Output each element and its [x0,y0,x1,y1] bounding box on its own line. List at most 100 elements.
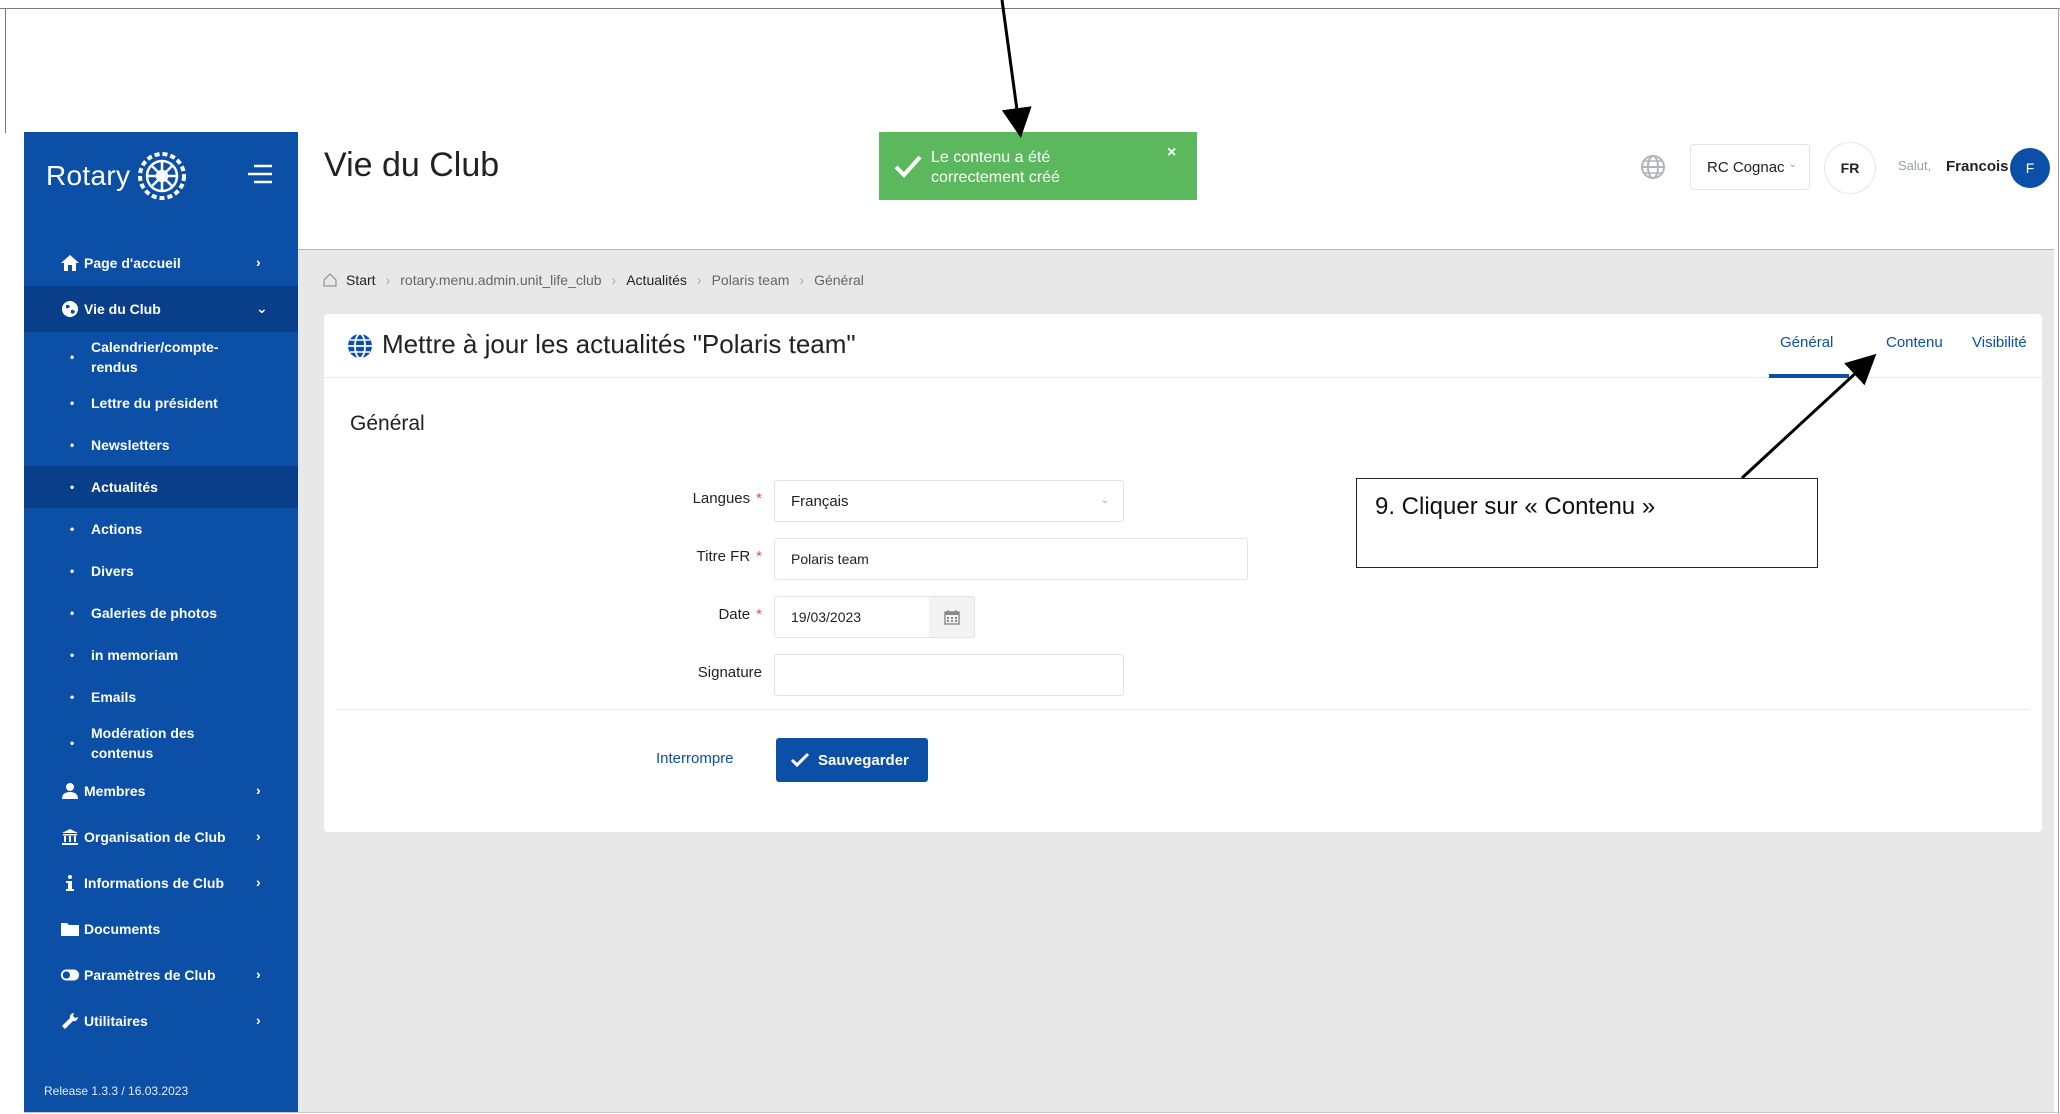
titre-label-text: Titre FR [696,548,751,565]
cancel-button[interactable]: Interrompre [656,750,734,767]
sidebar-item-label: Page d'accueil [84,255,181,271]
document-frame-left [5,8,6,133]
sidebar-subitem-in-memoriam[interactable]: in memoriam [24,634,298,676]
avatar[interactable]: F [2010,148,2050,188]
sidebar-item-membres[interactable]: Membres › [24,768,298,814]
info-icon [60,873,80,893]
toast-message: Le contenu a été correctement créé [931,149,1060,186]
signature-input[interactable] [774,654,1124,696]
required-mark: * [756,490,762,507]
chevron-right-icon: › [256,828,261,844]
sidebar-item-organisation[interactable]: Organisation de Club › [24,814,298,860]
sidebar-subitem-label: Actualités [91,479,158,495]
sidebar-subitem-lettre-president[interactable]: Lettre du président [24,382,298,424]
required-mark: * [756,606,762,623]
langues-select[interactable]: Français ⌄ [774,480,1124,522]
sidebar-item-label: Utilitaires [84,1013,148,1029]
release-info: Release 1.3.3 / 16.03.2023 [44,1084,189,1098]
tab-contenu[interactable]: Contenu [1886,334,1943,351]
success-toast: Le contenu a été correctement créé × [879,132,1197,200]
signature-label-text: Signature [697,664,762,681]
toast-pointer-arrow [1000,0,1032,138]
annotation-text: 9. Cliquer sur « Contenu » [1375,493,1656,520]
chevron-down-icon: ⌄ [256,300,268,316]
date-label: Date * [562,606,762,623]
globe-icon [348,333,372,359]
sidebar-item-label: Informations de Club [84,875,224,891]
sidebar-subitem-actualites[interactable]: Actualités [24,466,298,508]
sidebar-item-utilitaires[interactable]: Utilitaires › [24,998,298,1044]
sidebar-subitem-label: Emails [91,689,137,705]
sidebar-item-vie-du-club[interactable]: Vie du Club ⌄ [24,286,298,332]
toast-close-button[interactable]: × [1167,144,1176,162]
sidebar-subitem-label: Calendrier/compte-rendus [91,339,219,375]
sidebar-item-label: Membres [84,783,146,799]
wrench-icon [60,1011,80,1031]
chevron-right-icon: › [256,874,261,890]
save-button-label: Sauvegarder [818,751,909,769]
sidebar-subitem-emails[interactable]: Emails [24,676,298,718]
calendar-button[interactable] [929,596,975,638]
home-outline-icon[interactable] [322,272,338,288]
date-input-value: 19/03/2023 [791,609,862,625]
sidebar-subitem-actions[interactable]: Actions [24,508,298,550]
folder-icon [60,919,80,939]
rotary-logo[interactable]: Rotary [46,146,188,206]
titre-label: Titre FR * [562,548,762,565]
required-mark: * [756,548,762,565]
tab-visibilite[interactable]: Visibilité [1972,334,2027,351]
sidebar-subitem-moderation[interactable]: Modération des contenus [24,718,298,768]
sidebar-item-parametres[interactable]: Paramètres de Club › [24,952,298,998]
rotary-wheel-icon [138,152,187,200]
sidebar-subitem-label: Newsletters [91,437,170,453]
top-header: Vie du Club Le contenu a été correctemen… [298,132,2054,250]
chevron-down-icon: ⌄ [1100,495,1109,506]
home-icon [60,253,80,273]
save-button[interactable]: Sauvegarder [776,738,928,782]
sidebar-subitem-label: Divers [91,563,134,579]
breadcrumb-separator-icon: › [611,272,617,288]
page-title: Vie du Club [324,146,500,184]
club-selector-value: RC Cognac [1707,158,1785,176]
sidebar-item-label: Organisation de Club [84,829,226,845]
annotation-box: 9. Cliquer sur « Contenu » [1356,478,1818,568]
sidebar-item-informations[interactable]: Informations de Club › [24,860,298,906]
language-globe-icon[interactable] [1640,154,1666,180]
chevron-right-icon: › [256,782,261,798]
sidebar-item-documents[interactable]: Documents [24,906,298,952]
titre-input[interactable]: Polaris team [774,538,1248,580]
check-icon [894,155,922,178]
check-icon [790,752,810,768]
edit-card: Mettre à jour les actualités "Polaris te… [324,314,2042,832]
sidebar-subitem-galeries[interactable]: Galeries de photos [24,592,298,634]
sidebar-item-page-accueil[interactable]: Page d'accueil › [24,240,298,286]
language-button[interactable]: FR [1824,142,1876,194]
sidebar-item-label: Vie du Club [84,301,161,317]
breadcrumb-unit[interactable]: rotary.menu.admin.unit_life_club [400,272,601,288]
sidebar-item-label: Paramètres de Club [84,967,216,983]
sidebar-subitem-calendrier[interactable]: Calendrier/compte-rendus [24,332,298,382]
bank-icon [60,827,80,847]
user-name[interactable]: Francois [1946,158,2009,175]
globe-icon [60,299,80,319]
brand-text: Rotary [46,160,131,191]
sidebar-subitem-label: Modération des contenus [91,725,195,761]
menu-toggle-icon[interactable] [244,158,276,190]
sidebar: Rotary Page d'accueil › Vie du Club ⌄ • … [24,132,298,1112]
sidebar-subitem-newsletters[interactable]: Newsletters [24,424,298,466]
date-label-text: Date [718,606,751,623]
date-input[interactable]: 19/03/2023 [774,596,930,638]
document-frame-bottom [24,1112,2060,1113]
breadcrumb-actualites[interactable]: Actualités [626,272,687,288]
tab-general[interactable]: Général [1780,334,1833,351]
sidebar-subitem-divers[interactable]: Divers [24,550,298,592]
breadcrumb-polaris[interactable]: Polaris team [712,272,790,288]
greeting-label: Salut, [1898,158,1932,173]
breadcrumb-start[interactable]: Start [346,272,376,288]
chevron-down-icon: ⌄ [1788,159,1797,170]
club-selector[interactable]: RC Cognac ⌄ [1690,144,1810,190]
chevron-right-icon: › [256,1012,261,1028]
breadcrumb-general: Général [814,272,864,288]
document-frame-right [2058,8,2059,1114]
card-title: Mettre à jour les actualités "Polaris te… [382,329,856,359]
